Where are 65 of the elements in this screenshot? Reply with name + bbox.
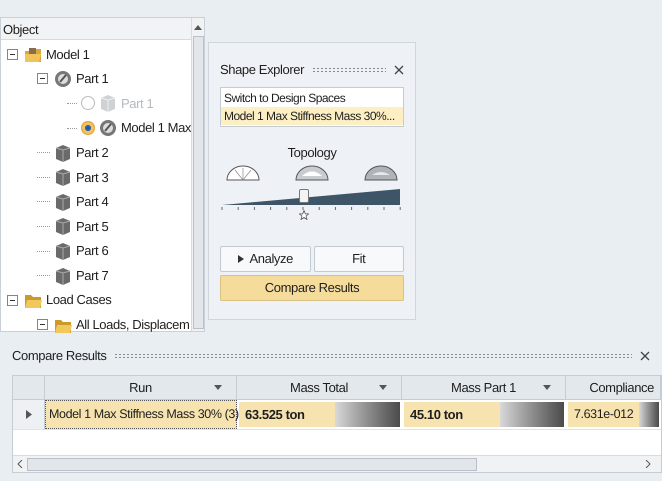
row-pointer-icon	[26, 410, 32, 419]
cube-icon	[54, 168, 72, 186]
tree-item[interactable]: Part 6	[76, 241, 108, 261]
close-icon[interactable]	[394, 65, 404, 75]
cube-icon	[54, 192, 72, 211]
scroll-left-icon[interactable]	[17, 460, 23, 468]
tree-item[interactable]: All Loads, Displacem	[76, 315, 190, 335]
play-icon	[238, 254, 244, 262]
tree-item[interactable]: Part 7	[76, 266, 108, 286]
tree-item[interactable]: Part 1	[76, 69, 108, 89]
horizontal-scrollbar[interactable]	[13, 455, 661, 472]
close-icon[interactable]	[640, 351, 650, 361]
scrollbar-thumb[interactable]	[192, 36, 204, 329]
shape-icon	[99, 119, 117, 138]
collapse-toggle[interactable]	[7, 294, 18, 306]
tree-item[interactable]: Part 4	[76, 192, 108, 212]
collapse-toggle[interactable]	[7, 48, 18, 60]
tree-item[interactable]: Part 5	[76, 216, 108, 236]
collapse-toggle[interactable]	[37, 319, 48, 330]
table-cell: 7.631e-012	[568, 402, 640, 427]
list-item[interactable]: Model 1 Max Stiffness Mass 30%...	[221, 107, 403, 125]
column-header[interactable]: Mass Total	[237, 376, 402, 399]
column-header[interactable]: Mass Part 1	[402, 376, 566, 399]
shape-icon	[54, 70, 72, 88]
radio-button[interactable]	[81, 121, 95, 136]
arch-icon	[364, 164, 398, 180]
panel-title: Compare Results	[12, 347, 106, 366]
list-item[interactable]: Switch to Design Spaces	[221, 89, 403, 107]
table-cell: Model 1 Max Stiffness Mass 30% (3)	[45, 400, 237, 429]
data-bar	[500, 402, 564, 427]
fit-button[interactable]: Fit	[314, 246, 404, 272]
tree-item[interactable]: Model 1	[46, 44, 90, 64]
collapse-toggle[interactable]	[37, 73, 48, 84]
topology-label: Topology	[286, 144, 338, 162]
scroll-up-icon[interactable]	[194, 25, 202, 30]
data-bar	[335, 402, 400, 427]
column-header[interactable]: Compliance	[566, 376, 661, 399]
cube-icon	[54, 266, 72, 285]
tree-item[interactable]: Part 3	[76, 168, 108, 188]
slider-thumb[interactable]	[298, 188, 309, 202]
folder-icon	[24, 45, 42, 64]
scrollbar-thumb[interactable]	[27, 458, 477, 470]
cube-icon	[54, 242, 72, 260]
panel-title: Shape Explorer	[220, 61, 304, 80]
arch-icon	[295, 164, 329, 180]
tree-item[interactable]: Load Cases	[46, 290, 112, 310]
arch-icon	[226, 164, 260, 180]
analyze-button[interactable]: Analyze	[220, 246, 310, 272]
tree-item[interactable]: Part 2	[76, 142, 108, 162]
star-icon	[298, 210, 309, 220]
dropdown-icon[interactable]	[214, 385, 222, 390]
cube-icon	[54, 144, 72, 162]
cube-icon	[99, 94, 117, 112]
data-bar	[639, 402, 659, 427]
table-cell: 63.525 ton	[239, 402, 335, 427]
dropdown-icon[interactable]	[543, 385, 551, 390]
column-header: Object	[1, 18, 192, 40]
scroll-right-icon[interactable]	[645, 460, 651, 468]
vertical-scrollbar[interactable]	[191, 18, 204, 331]
compare-results-button[interactable]: Compare Results	[220, 274, 404, 300]
table-cell: 45.10 ton	[404, 402, 500, 427]
column-header[interactable]: Run	[45, 376, 237, 399]
tree-item[interactable]: Model 1 Max	[121, 118, 192, 138]
cube-icon	[54, 217, 72, 236]
dropdown-icon[interactable]	[379, 385, 387, 390]
